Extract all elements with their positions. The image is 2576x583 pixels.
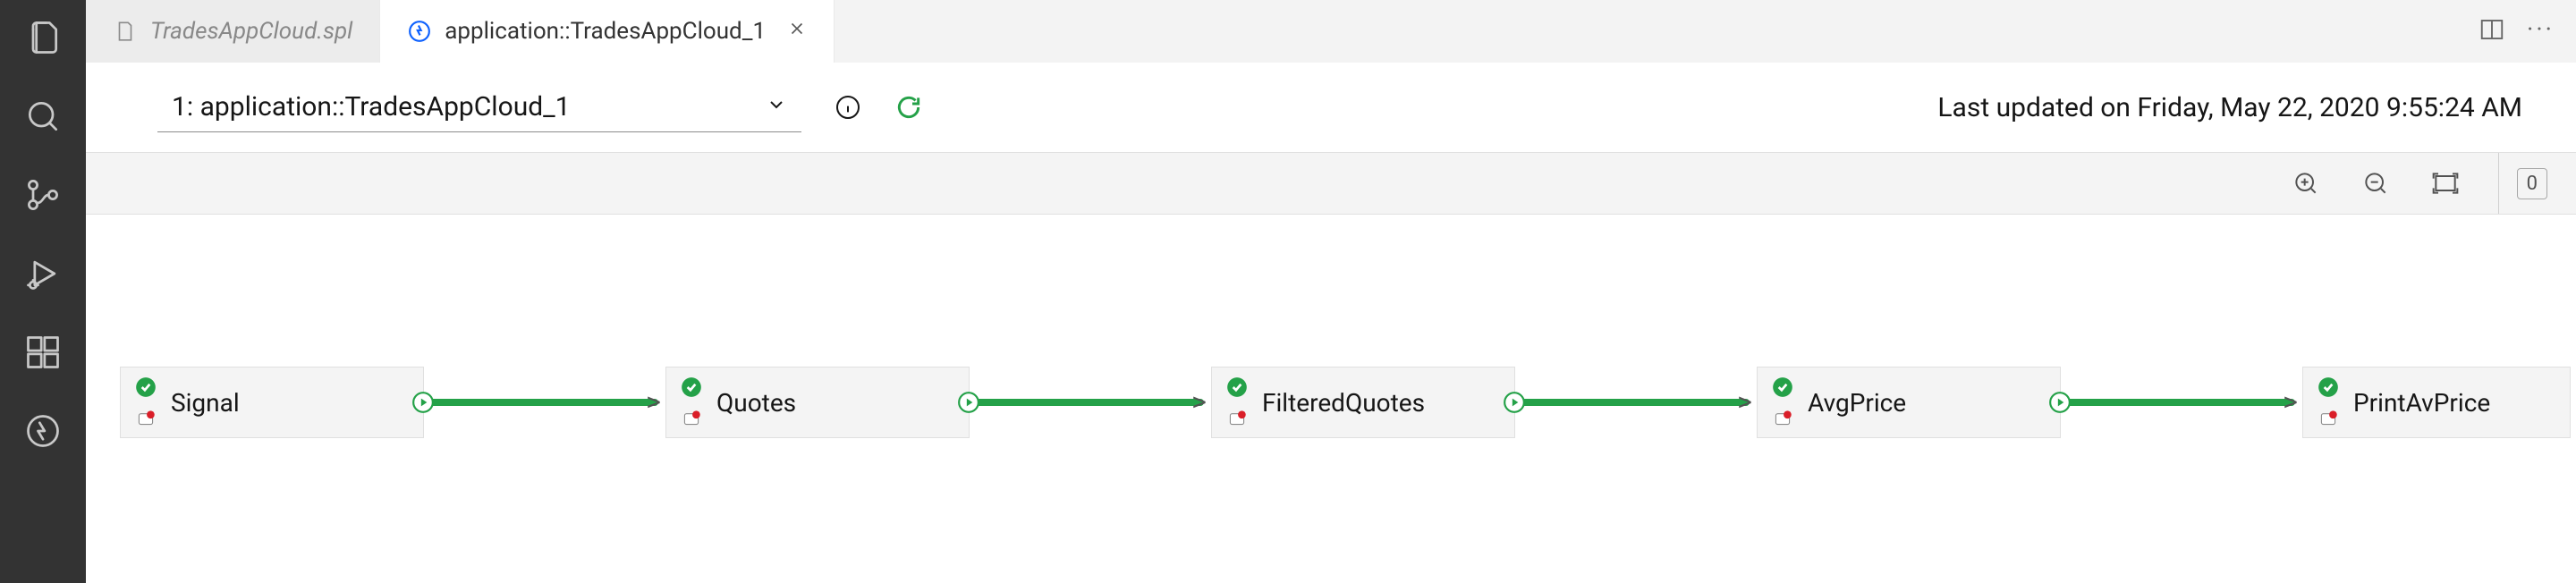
pe-icon [134, 406, 157, 429]
node-label: Signal [171, 388, 240, 418]
notification-counter[interactable]: 0 [2498, 153, 2565, 214]
counter-value: 0 [2517, 168, 2547, 199]
node-label: FilteredQuotes [1262, 388, 1425, 418]
tab-graph-view[interactable]: application::TradesAppCloud_1 [380, 0, 835, 63]
operator-node[interactable]: > FilteredQuotes [1211, 367, 1515, 438]
status-ok-icon [2317, 376, 2340, 399]
node-label: Quotes [716, 388, 796, 418]
operator-node[interactable]: > PrintAvPrice [2302, 367, 2571, 438]
editor-actions: ··· [2479, 0, 2576, 63]
link [953, 399, 1204, 406]
zoom-out-icon[interactable] [2359, 166, 2393, 200]
link [2045, 399, 2295, 406]
streams-icon[interactable] [23, 411, 63, 454]
chevron-down-icon [766, 91, 787, 123]
close-icon[interactable] [778, 18, 807, 45]
extensions-icon[interactable] [23, 333, 63, 376]
last-updated-label: Last updated on Friday, May 22, 2020 9:5… [1937, 92, 2522, 123]
explorer-icon[interactable] [23, 18, 63, 61]
tab-file-spl[interactable]: TradesAppCloud.spl [86, 0, 380, 63]
link [408, 399, 658, 406]
input-port-icon[interactable]: > [2278, 390, 2303, 415]
split-editor-icon[interactable] [2479, 16, 2505, 46]
zoom-in-icon[interactable] [2289, 166, 2323, 200]
status-ok-icon [1771, 376, 1794, 399]
file-icon [113, 19, 138, 44]
pe-icon [1225, 406, 1249, 429]
input-port-icon[interactable]: > [641, 390, 666, 415]
output-port-icon[interactable] [2048, 391, 2072, 414]
output-port-icon[interactable] [957, 391, 980, 414]
more-actions-icon[interactable]: ··· [2527, 14, 2555, 49]
pe-icon [680, 406, 703, 429]
activity-bar [0, 0, 86, 583]
operator-node[interactable]: Signal [120, 367, 424, 438]
input-port-icon[interactable]: > [1187, 390, 1212, 415]
pe-icon [1771, 406, 1794, 429]
node-label: AvgPrice [1808, 388, 1906, 418]
fit-screen-icon[interactable] [2428, 166, 2462, 200]
graph-subheader: 1: application::TradesAppCloud_1 Last up… [86, 63, 2576, 152]
operator-node[interactable]: > AvgPrice [1757, 367, 2061, 438]
node-label: PrintAvPrice [2353, 388, 2490, 418]
input-port-icon[interactable]: > [1733, 390, 1758, 415]
tab-label: application::TradesAppCloud_1 [445, 18, 766, 45]
canvas-toolbar: 0 [86, 152, 2576, 215]
search-icon[interactable] [23, 97, 63, 139]
output-port-icon[interactable] [1503, 391, 1526, 414]
tab-strip: TradesAppCloud.spl application::TradesAp… [86, 0, 2576, 63]
pe-icon [2317, 406, 2340, 429]
status-ok-icon [134, 376, 157, 399]
output-port-icon[interactable] [411, 391, 435, 414]
run-debug-icon[interactable] [23, 254, 63, 297]
info-icon[interactable] [834, 93, 862, 122]
operator-node[interactable]: > Quotes [665, 367, 970, 438]
status-ok-icon [1225, 376, 1249, 399]
graph-canvas[interactable]: Signal > Quotes > FilteredQuotes > [86, 215, 2576, 583]
tab-label: TradesAppCloud.spl [150, 18, 352, 45]
source-control-icon[interactable] [23, 175, 63, 218]
streams-tab-icon [407, 19, 432, 44]
status-ok-icon [680, 376, 703, 399]
instance-selector[interactable]: 1: application::TradesAppCloud_1 [157, 82, 801, 132]
editor-area: TradesAppCloud.spl application::TradesAp… [86, 0, 2576, 583]
instance-selector-label: 1: application::TradesAppCloud_1 [172, 91, 571, 123]
refresh-icon[interactable] [894, 93, 923, 122]
link [1499, 399, 1750, 406]
